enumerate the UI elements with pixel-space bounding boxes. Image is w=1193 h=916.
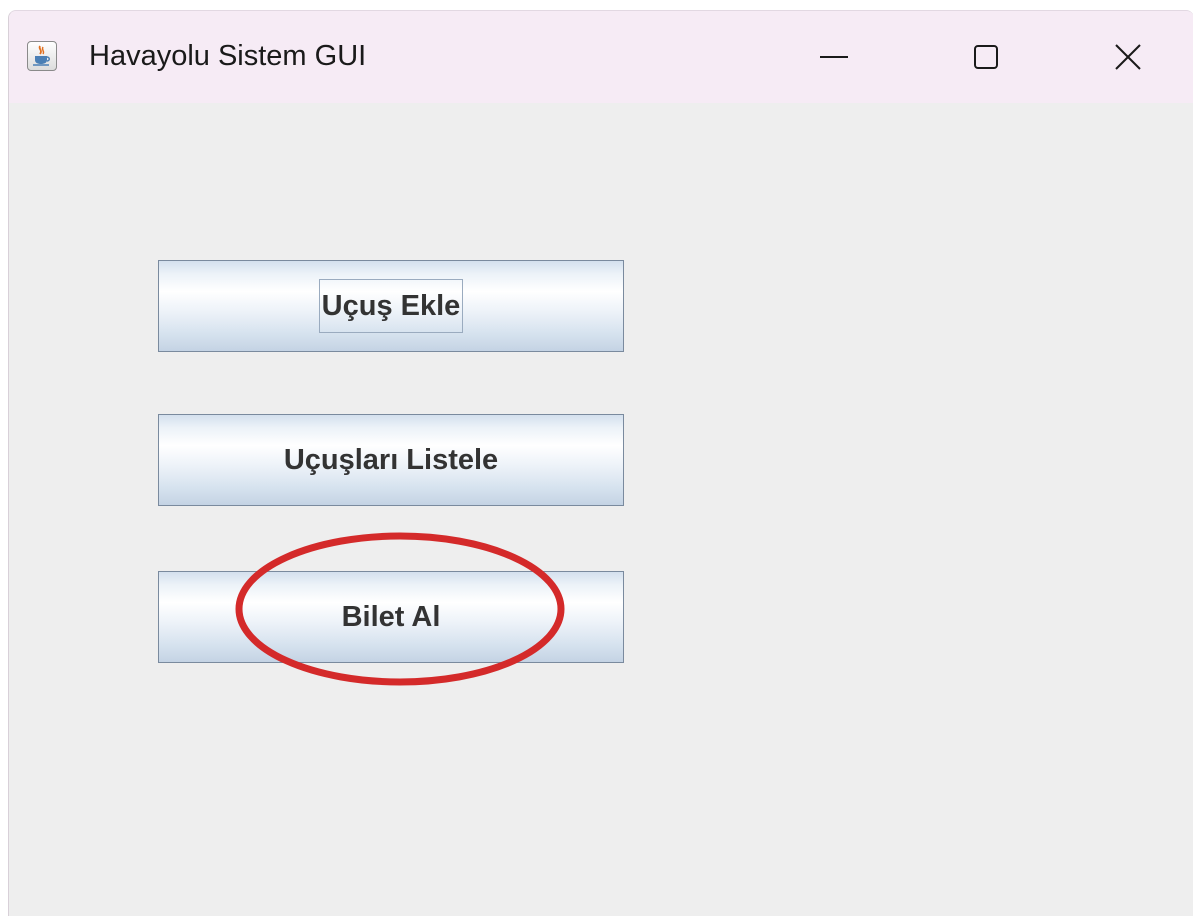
minimize-button[interactable]: [784, 11, 884, 103]
add-flight-label: Uçuş Ekle: [318, 279, 464, 333]
close-button[interactable]: [1078, 11, 1178, 103]
maximize-button[interactable]: [936, 11, 1036, 103]
list-flights-label: Uçuşları Listele: [283, 443, 499, 476]
add-flight-button[interactable]: Uçuş Ekle: [158, 260, 624, 352]
buy-ticket-button[interactable]: Bilet Al: [158, 571, 624, 663]
app-window: Havayolu Sistem GUI Uçuş Ekle Uçuşları L…: [8, 10, 1193, 916]
list-flights-button[interactable]: Uçuşları Listele: [158, 414, 624, 506]
minimize-icon: [820, 56, 848, 58]
buy-ticket-label: Bilet Al: [341, 600, 441, 633]
maximize-icon: [974, 45, 998, 69]
window-title: Havayolu Sistem GUI: [89, 40, 367, 72]
java-coffee-cup-icon: [27, 41, 57, 71]
title-bar[interactable]: Havayolu Sistem GUI: [9, 11, 1193, 103]
close-icon: [1115, 44, 1141, 70]
